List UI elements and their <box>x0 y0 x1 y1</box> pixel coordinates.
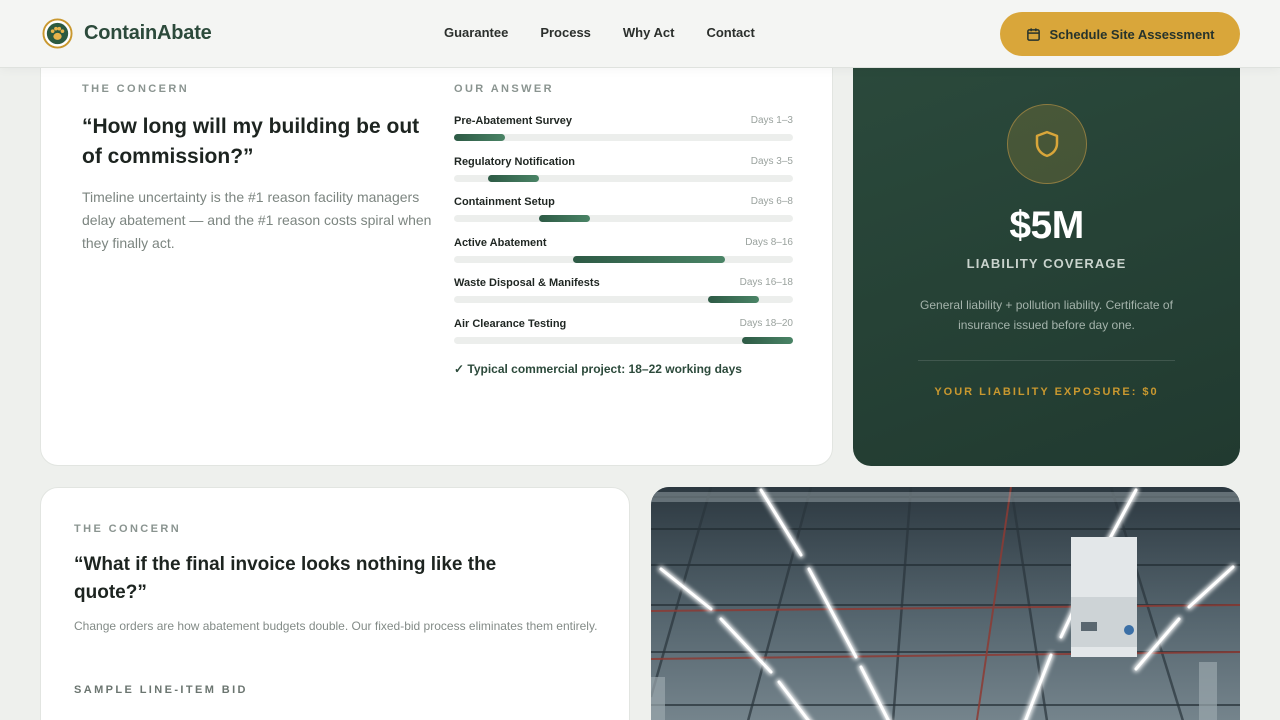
main-nav: Guarantee Process Why Act Contact <box>444 25 755 40</box>
project-timeline: Pre-Abatement Survey Days 1–3 Regulatory… <box>454 115 793 359</box>
answer-eyebrow: OUR ANSWER <box>454 83 554 95</box>
concern-card-invoice: THE CONCERN “What if the final invoice l… <box>40 487 630 720</box>
timeline-phase-days: Days 1–3 <box>750 115 793 126</box>
nav-link-why-act[interactable]: Why Act <box>623 25 675 40</box>
timeline-bar <box>487 174 539 182</box>
coverage-title: LIABILITY COVERAGE <box>966 256 1127 271</box>
timeline-row: Pre-Abatement Survey Days 1–3 <box>454 115 793 156</box>
timeline-track <box>454 336 793 344</box>
timeline-bar <box>708 296 760 304</box>
concern-eyebrow: THE CONCERN <box>74 523 182 535</box>
timeline-phase-days: Days 6–8 <box>750 196 793 208</box>
timeline-row: Air Clearance Testing Days 18–20 <box>454 318 793 359</box>
timeline-phase-label: Pre-Abatement Survey <box>454 115 572 127</box>
line-item-bid-eyebrow: SAMPLE LINE-ITEM BID <box>74 684 248 696</box>
timeline-phase-label: Air Clearance Testing <box>454 317 567 330</box>
calendar-icon <box>1026 27 1040 41</box>
timeline-track <box>454 215 793 223</box>
shield-icon <box>1035 130 1059 158</box>
coverage-amount: $5M <box>1009 204 1084 247</box>
timeline-track <box>454 255 793 263</box>
timeline-phase-days: Days 8–16 <box>745 236 793 248</box>
timeline-bar <box>742 336 793 344</box>
brand[interactable]: ContainAbate <box>42 18 212 49</box>
nav-link-contact[interactable]: Contact <box>706 25 754 40</box>
timeline-row: Regulatory Notification Days 3–5 <box>454 156 793 197</box>
timeline-bar <box>572 255 726 263</box>
concern-eyebrow: THE CONCERN <box>82 83 190 95</box>
concern-quote: “How long will my building be out of com… <box>82 115 420 168</box>
concern-description: Change orders are how abatement budgets … <box>74 619 598 633</box>
timeline-row: Waste Disposal & Manifests Days 16–18 <box>454 277 793 318</box>
shield-badge <box>1007 104 1087 184</box>
timeline-track <box>454 134 793 141</box>
schedule-assessment-label: Schedule Site Assessment <box>1049 26 1215 42</box>
brand-name: ContainAbate <box>84 22 212 44</box>
timeline-track <box>454 296 793 304</box>
timeline-phase-days: Days 3–5 <box>750 155 793 167</box>
timeline-phase-days: Days 18–20 <box>739 317 793 329</box>
coverage-description: General liability + pollution liability.… <box>920 298 1173 332</box>
timeline-phase-label: Waste Disposal & Manifests <box>454 277 600 290</box>
timeline-row: Active Abatement Days 8–16 <box>454 237 793 278</box>
timeline-row: Containment Setup Days 6–8 <box>454 196 793 237</box>
divider <box>918 360 1175 361</box>
site-header: ContainAbate Guarantee Process Why Act C… <box>0 0 1280 68</box>
timeline-bar <box>454 134 505 141</box>
timeline-summary: ✓ Typical commercial project: 18–22 work… <box>454 362 742 376</box>
liability-exposure: YOUR LIABILITY EXPOSURE: $0 <box>934 386 1159 398</box>
timeline-track <box>454 174 793 182</box>
timeline-phase-days: Days 16–18 <box>739 277 793 289</box>
timeline-phase-label: Containment Setup <box>454 196 555 209</box>
concern-description: Timeline uncertainty is the #1 reason fa… <box>82 189 432 251</box>
warehouse-ceiling-photo <box>651 487 1240 720</box>
concern-card-timeline: THE CONCERN “How long will my building b… <box>40 40 833 466</box>
liability-guarantee-card: $5M LIABILITY COVERAGE General liability… <box>853 40 1240 466</box>
nav-link-guarantee[interactable]: Guarantee <box>444 25 508 40</box>
timeline-phase-label: Regulatory Notification <box>454 155 576 168</box>
timeline-bar <box>538 215 590 223</box>
paw-shield-icon <box>42 18 73 49</box>
timeline-phase-label: Active Abatement <box>454 236 547 249</box>
nav-link-process[interactable]: Process <box>540 25 591 40</box>
concern-quote: “What if the final invoice looks nothing… <box>74 554 497 603</box>
warehouse-image <box>651 487 1240 720</box>
schedule-assessment-button[interactable]: Schedule Site Assessment <box>1000 12 1240 56</box>
